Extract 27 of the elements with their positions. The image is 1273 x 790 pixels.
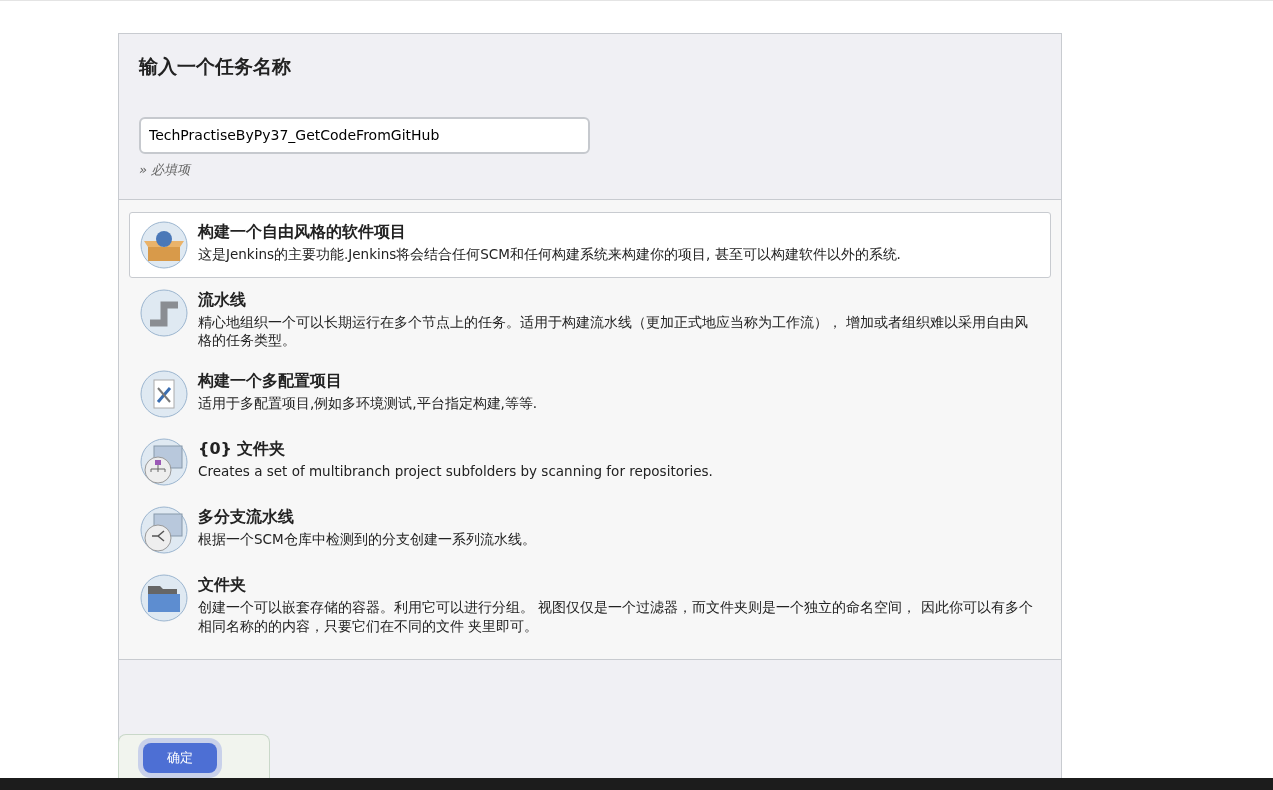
option-description: 精心地组织一个可以长期运行在多个节点上的任务。适用于构建流水线（更加正式地应当称为工作流）， 增加或者组织难以采用自由风格的任务类型。 xyxy=(198,312,1030,351)
job-type-option[interactable]: 多分支流水线 根据一个SCM仓库中检测到的分支创建一系列流水线。 xyxy=(129,497,1051,564)
option-title: 流水线 xyxy=(198,289,247,311)
required-hint: » 必填项 xyxy=(139,160,193,179)
branch-folder-icon xyxy=(140,506,188,555)
pipe-icon xyxy=(140,289,188,337)
option-title: 文件夹 xyxy=(198,574,247,596)
option-title: {0} 文件夹 xyxy=(198,438,287,460)
option-description: 创建一个可以嵌套存储的容器。利用它可以进行分组。 视图仅仅是一个过滤器，而文件夹则是一个独立的命名空间， 因此你可以有多个相同名称的的内容，只要它们在不同的文件 夹里即可。 xyxy=(198,597,1034,636)
job-type-option[interactable]: 文件夹 创建一个可以嵌套存储的容器。利用它可以进行分组。 视图仅仅是一个过滤器，而文件夹则是一个独立的命名空间， 因此你可以有多个相同名称的的内容，只要它们在不同的文件 夹里即可。 xyxy=(129,565,1051,645)
job-type-option[interactable]: 构建一个多配置项目 适用于多配置项目,例如多环境测试,平台指定构建,等等. xyxy=(129,361,1051,428)
network-folder-icon xyxy=(140,438,188,487)
option-description: 适用于多配置项目,例如多环境测试,平台指定构建,等等. xyxy=(198,393,538,413)
option-title: 构建一个多配置项目 xyxy=(198,370,343,392)
job-type-option[interactable]: 构建一个自由风格的软件项目 这是Jenkins的主要功能.Jenkins将会结合任何SCM和任何构建系统来构建你的项目, 甚至可以构建软件以外的系统. xyxy=(129,212,1051,278)
folder-icon xyxy=(140,574,188,623)
box-icon xyxy=(140,221,188,269)
option-title: 构建一个自由风格的软件项目 xyxy=(198,221,407,243)
job-type-option[interactable]: 流水线 精心地组织一个可以长期运行在多个节点上的任务。适用于构建流水线（更加正式地应当称为工作流）， 增加或者组织难以采用自由风格的任务类型。 xyxy=(129,280,1051,360)
option-description: 这是Jenkins的主要功能.Jenkins将会结合任何SCM和任何构建系统来构建你的项目, 甚至可以构建软件以外的系统. xyxy=(198,244,901,264)
option-description: 根据一个SCM仓库中检测到的分支创建一系列流水线。 xyxy=(198,529,536,549)
tools-icon xyxy=(140,370,188,419)
option-title: 多分支流水线 xyxy=(198,506,295,528)
section-title: 输入一个任务名称 xyxy=(139,54,292,79)
item-name-field[interactable]: TechPractiseByPy37_GetCodeFromGitHub xyxy=(139,116,590,154)
job-type-option[interactable]: {0} 文件夹 Creates a set of multibranch project subfolders by scanning for repositories. xyxy=(129,429,1051,496)
option-description: Creates a set of multibranch project subfolders by scanning for repositories. xyxy=(198,461,713,481)
